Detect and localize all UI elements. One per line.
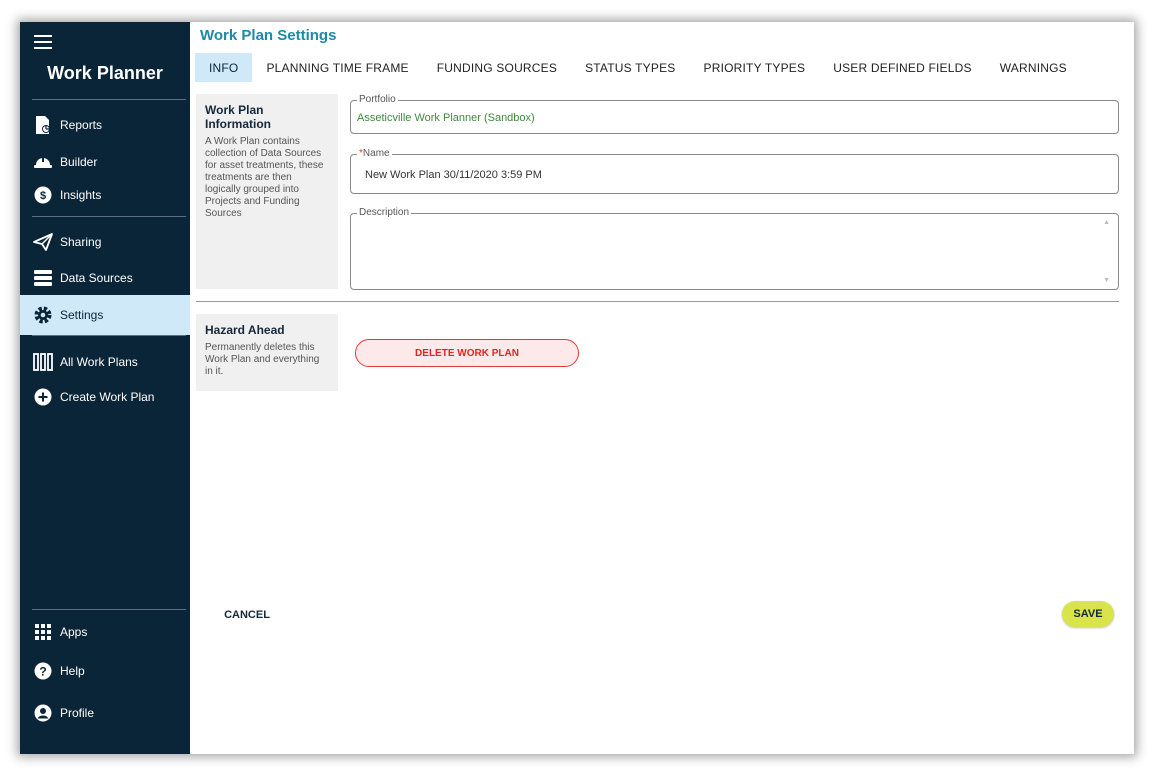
sidebar-item-insights[interactable]: $ Insights — [20, 178, 190, 212]
page-title: Work Plan Settings — [200, 27, 337, 44]
sidebar-item-label: Insights — [60, 188, 102, 202]
portfolio-field[interactable]: Portfolio Asseticville Work Planner (San… — [350, 94, 1119, 134]
app-window: Work Planner Reports Builder $ Insights — [20, 22, 1134, 754]
info-description: A Work Plan contains collection of Data … — [205, 136, 324, 219]
hamburger-menu-icon[interactable] — [34, 35, 52, 49]
scroll-up-arrow-icon[interactable]: ▲ — [1103, 219, 1110, 226]
sidebar-item-settings[interactable]: Settings — [20, 295, 190, 335]
app-title: Work Planner — [47, 63, 163, 83]
report-icon — [32, 114, 54, 136]
sidebar-item-help[interactable]: ? Help — [20, 654, 190, 688]
sidebar-item-reports[interactable]: Reports — [20, 108, 190, 142]
help-icon: ? — [32, 660, 54, 682]
cancel-button[interactable]: CANCEL — [220, 604, 274, 626]
name-value: New Work Plan 30/11/2020 3:59 PM — [365, 169, 542, 181]
gear-icon — [32, 304, 54, 326]
columns-icon — [32, 351, 54, 373]
sidebar-divider — [32, 99, 186, 100]
portfolio-value: Asseticville Work Planner (Sandbox) — [357, 112, 535, 124]
tab-planning-time-frame[interactable]: PLANNING TIME FRAME — [252, 53, 422, 82]
section-divider — [196, 301, 1119, 302]
sidebar-item-apps[interactable]: Apps — [20, 615, 190, 649]
tab-funding-sources[interactable]: FUNDING SOURCES — [423, 53, 571, 82]
description-label: Description — [357, 207, 412, 218]
sidebar-item-data-sources[interactable]: Data Sources — [20, 261, 190, 295]
dollar-icon: $ — [32, 184, 54, 206]
scroll-down-arrow-icon[interactable]: ▼ — [1103, 277, 1110, 284]
sidebar-item-label: Profile — [60, 706, 95, 720]
sidebar-item-label: Reports — [60, 118, 103, 132]
sidebar-item-label: Data Sources — [60, 271, 133, 285]
name-label: *Name — [357, 148, 392, 159]
sidebar-item-profile[interactable]: Profile — [20, 696, 190, 730]
sidebar-item-builder[interactable]: Builder — [20, 145, 190, 179]
tab-priority-types[interactable]: PRIORITY TYPES — [690, 53, 820, 82]
sidebar-item-create-work-plan[interactable]: Create Work Plan — [20, 380, 190, 414]
tab-status-types[interactable]: STATUS TYPES — [571, 53, 689, 82]
sidebar-item-label: Help — [60, 664, 85, 678]
sidebar: Work Planner Reports Builder $ Insights — [20, 22, 190, 754]
sidebar-item-label: Sharing — [60, 235, 102, 249]
name-field[interactable]: *Name New Work Plan 30/11/2020 3:59 PM — [350, 148, 1119, 194]
name-label-text: Name — [362, 148, 390, 159]
portfolio-label: Portfolio — [357, 94, 398, 105]
description-field[interactable]: Description ▲ ▼ — [350, 207, 1119, 290]
tab-info[interactable]: INFO — [195, 53, 253, 82]
send-icon — [32, 231, 54, 253]
grid-icon — [32, 621, 54, 643]
database-icon — [32, 267, 54, 289]
work-plan-info-card: Work Plan Information A Work Plan contai… — [196, 94, 338, 289]
hazard-heading: Hazard Ahead — [205, 323, 285, 337]
main-content: Work Plan Settings INFO PLANNING TIME FR… — [190, 22, 1134, 754]
sidebar-item-label: Builder — [60, 155, 98, 169]
delete-work-plan-button[interactable]: DELETE WORK PLAN — [355, 339, 579, 367]
hazard-card: Hazard Ahead Permanently deletes this Wo… — [196, 314, 338, 391]
hardhat-icon — [32, 151, 54, 173]
svg-text:?: ? — [39, 665, 46, 679]
tab-user-defined-fields[interactable]: USER DEFINED FIELDS — [819, 53, 986, 82]
sidebar-item-label: All Work Plans — [60, 355, 138, 369]
sidebar-divider — [32, 609, 186, 610]
sidebar-item-label: Settings — [60, 308, 104, 322]
sidebar-divider — [32, 335, 186, 336]
sidebar-item-sharing[interactable]: Sharing — [20, 225, 190, 259]
sidebar-item-label: Apps — [60, 625, 88, 639]
plus-circle-icon — [32, 386, 54, 408]
svg-text:$: $ — [40, 190, 46, 202]
hazard-description: Permanently deletes this Work Plan and e… — [205, 342, 320, 377]
save-button[interactable]: SAVE — [1062, 601, 1114, 627]
sidebar-item-label: Create Work Plan — [60, 390, 155, 404]
sidebar-divider — [32, 216, 186, 217]
user-icon — [32, 702, 54, 724]
tab-bar: INFO PLANNING TIME FRAME FUNDING SOURCES… — [195, 53, 1081, 82]
sidebar-item-all-work-plans[interactable]: All Work Plans — [20, 345, 190, 379]
info-heading: Work Plan Information — [205, 103, 271, 131]
tab-warnings[interactable]: WARNINGS — [986, 53, 1081, 82]
